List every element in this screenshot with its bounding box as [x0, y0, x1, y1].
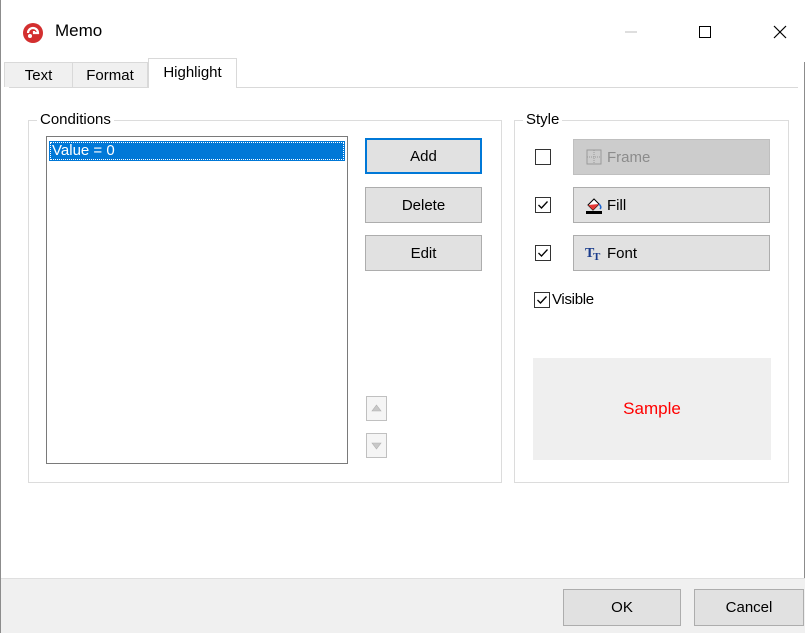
sample-preview: Sample — [533, 358, 771, 460]
fill-label: Fill — [607, 196, 627, 214]
minimize-icon — [625, 31, 637, 33]
window-title: Memo — [55, 21, 103, 40]
conditions-list[interactable]: Value = 0 — [46, 136, 348, 464]
fill-button[interactable]: Fill — [573, 187, 770, 223]
cancel-button[interactable]: Cancel — [694, 589, 804, 626]
tab-text[interactable]: Text — [4, 62, 73, 87]
font-checkbox[interactable] — [535, 245, 551, 261]
visible-label[interactable]: Visible — [552, 291, 594, 308]
fill-bucket-icon — [585, 196, 603, 214]
dialog-footer: OK Cancel — [1, 578, 805, 633]
app-logo-icon — [23, 23, 43, 43]
move-up-button[interactable] — [366, 396, 387, 421]
tab-strip: Text Format Highlight — [1, 58, 805, 88]
fill-checkbox[interactable] — [535, 197, 551, 213]
add-button[interactable]: Add — [365, 138, 482, 174]
font-button[interactable]: TT Font — [573, 235, 770, 271]
close-icon — [773, 25, 787, 39]
tab-highlight[interactable]: Highlight — [148, 58, 237, 88]
sample-text: Sample — [623, 399, 681, 418]
svg-text:T: T — [593, 251, 601, 262]
tab-format[interactable]: Format — [72, 62, 148, 87]
maximize-button[interactable] — [682, 10, 728, 54]
edit-button[interactable]: Edit — [365, 235, 482, 271]
minimize-button[interactable] — [608, 10, 654, 54]
arrow-down-icon — [371, 442, 382, 450]
close-button[interactable] — [757, 10, 803, 54]
checkmark-icon — [537, 296, 547, 304]
frame-button[interactable]: Frame — [573, 139, 770, 175]
frame-checkbox[interactable] — [535, 149, 551, 165]
font-icon: TT — [585, 244, 603, 262]
frame-label: Frame — [607, 148, 651, 166]
frame-icon — [585, 148, 603, 166]
checkmark-icon — [538, 249, 548, 257]
ok-button[interactable]: OK — [563, 589, 681, 626]
list-item[interactable]: Value = 0 — [49, 141, 345, 161]
delete-button[interactable]: Delete — [365, 187, 482, 223]
move-down-button[interactable] — [366, 433, 387, 458]
arrow-up-icon — [371, 404, 382, 412]
font-label: Font — [607, 244, 638, 262]
style-label: Style — [523, 111, 563, 129]
memo-dialog: Memo Text Format Highlight Conditions Va… — [0, 0, 805, 633]
checkmark-icon — [538, 201, 548, 209]
title-bar[interactable]: Memo — [1, 0, 805, 62]
visible-checkbox[interactable] — [534, 292, 550, 308]
maximize-icon — [699, 26, 711, 38]
conditions-label: Conditions — [37, 111, 114, 129]
